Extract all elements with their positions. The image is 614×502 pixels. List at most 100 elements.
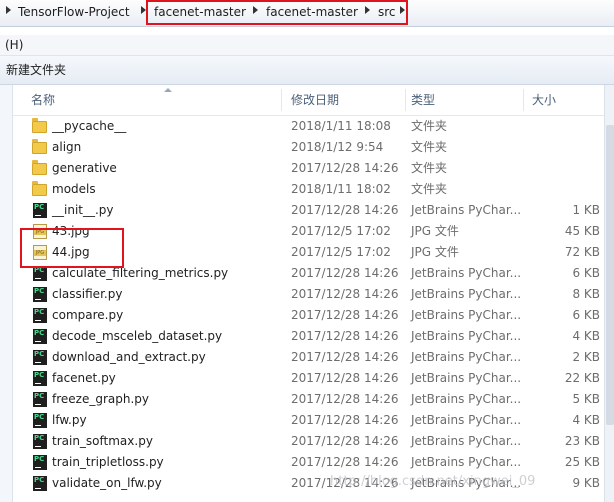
- jpg-files-highlight-box: [20, 228, 124, 268]
- vertical-scrollbar[interactable]: [604, 85, 614, 502]
- file-type: JPG 文件: [411, 245, 459, 259]
- file-date: 2017/12/28 14:26: [291, 266, 399, 280]
- folder-icon: [32, 118, 48, 134]
- file-type: JetBrains PyChar...: [411, 308, 522, 322]
- new-folder-button[interactable]: 新建文件夹: [6, 63, 66, 77]
- scrollbar-thumb[interactable]: [606, 125, 614, 425]
- file-name: __init__.py: [52, 203, 114, 217]
- file-name: __pycache__: [52, 119, 127, 133]
- file-type: 文件夹: [411, 119, 448, 133]
- column-divider[interactable]: [523, 89, 524, 111]
- file-size: 6 KB: [572, 266, 600, 280]
- file-type: JetBrains PyChar...: [411, 350, 522, 364]
- file-row[interactable]: PC facenet.py 2017/12/28 14:26 JetBrains Py…: [13, 368, 604, 389]
- file-date: 2017/12/28 14:26: [291, 350, 399, 364]
- file-date: 2017/12/28 14:26: [291, 329, 399, 343]
- pycharm-file-icon: PC: [32, 287, 48, 302]
- breadcrumb-arrow-icon[interactable]: [6, 6, 11, 14]
- file-size: 8 KB: [572, 287, 600, 301]
- file-row[interactable]: PC download_and_extract.py 2017/12/28 14:2…: [13, 347, 604, 368]
- column-name[interactable]: 名称: [31, 85, 55, 115]
- file-type: JetBrains PyChar...: [411, 266, 522, 280]
- file-row[interactable]: align 2018/1/12 9:54 文件夹: [13, 137, 604, 158]
- file-row[interactable]: PC compare.py 2017/12/28 14:26 JetBrains Py…: [13, 305, 604, 326]
- column-header: 名称 修改日期 类型 大小: [13, 85, 604, 116]
- file-name: generative: [52, 161, 117, 175]
- file-row[interactable]: PC train_tripletloss.py 2017/12/28 14:26 Je…: [13, 452, 604, 473]
- file-date: 2017/12/28 14:26: [291, 308, 399, 322]
- pycharm-file-icon: PC: [32, 329, 48, 344]
- file-date: 2017/12/28 14:26: [291, 434, 399, 448]
- file-size: 5 KB: [572, 392, 600, 406]
- breadcrumb-item-tensorflow-project[interactable]: TensorFlow-Project: [18, 4, 130, 20]
- file-size: 6 KB: [572, 308, 600, 322]
- column-divider[interactable]: [281, 89, 282, 111]
- file-row[interactable]: generative 2017/12/28 14:26 文件夹: [13, 158, 604, 179]
- file-size: 4 KB: [572, 329, 600, 343]
- column-type[interactable]: 类型: [411, 85, 435, 115]
- file-type: JetBrains PyChar...: [411, 413, 522, 427]
- file-row[interactable]: PC lfw.py 2017/12/28 14:26 JetBrains PyChar…: [13, 410, 604, 431]
- file-row[interactable]: PC classifier.py 2017/12/28 14:26 JetBrains…: [13, 284, 604, 305]
- file-name: align: [52, 140, 82, 154]
- pycharm-file-icon: PC: [32, 434, 48, 449]
- file-name: compare.py: [52, 308, 124, 322]
- file-row[interactable]: PC decode_msceleb_dataset.py 2017/12/28 14…: [13, 326, 604, 347]
- file-date: 2018/1/12 9:54: [291, 140, 384, 154]
- menu-bar: (H): [0, 35, 614, 56]
- file-name: download_and_extract.py: [52, 350, 206, 364]
- pycharm-file-icon: PC: [32, 392, 48, 407]
- column-size[interactable]: 大小: [532, 85, 556, 115]
- file-size: 4 KB: [572, 413, 600, 427]
- file-date: 2017/12/28 14:26: [291, 371, 399, 385]
- file-size: 2 KB: [572, 350, 600, 364]
- pycharm-file-icon: PC: [32, 308, 48, 323]
- pycharm-file-icon: PC: [32, 455, 48, 470]
- column-divider[interactable]: [405, 89, 406, 111]
- file-date: 2017/12/28 14:26: [291, 161, 399, 175]
- file-row[interactable]: PC __init__.py 2017/12/28 14:26 JetBrains P…: [13, 200, 604, 221]
- file-row[interactable]: PC freeze_graph.py 2017/12/28 14:26 JetBrai…: [13, 389, 604, 410]
- file-date: 2017/12/28 14:26: [291, 203, 399, 217]
- file-size: 25 KB: [564, 455, 600, 469]
- file-list: __pycache__ 2018/1/11 18:08 文件夹 align 2018/1…: [13, 116, 604, 494]
- file-type: JetBrains PyChar...: [411, 392, 522, 406]
- file-type: 文件夹: [411, 140, 448, 154]
- file-date: 2017/12/28 14:26: [291, 287, 399, 301]
- file-type: 文件夹: [411, 161, 448, 175]
- file-date: 2017/12/28 14:26: [291, 455, 399, 469]
- file-name: models: [52, 182, 96, 196]
- file-date: 2017/12/5 17:02: [291, 245, 391, 259]
- file-size: 9 KB: [572, 476, 600, 490]
- file-type: JetBrains PyChar...: [411, 287, 522, 301]
- pycharm-file-icon: PC: [32, 476, 48, 491]
- file-name: train_tripletloss.py: [52, 455, 164, 469]
- column-date[interactable]: 修改日期: [291, 85, 339, 115]
- file-type: JetBrains PyChar...: [411, 329, 522, 343]
- file-date: 2017/12/5 17:02: [291, 224, 391, 238]
- pycharm-file-icon: PC: [32, 203, 48, 218]
- file-size: 1 KB: [572, 203, 600, 217]
- file-size: 22 KB: [564, 371, 600, 385]
- file-name: classifier.py: [52, 287, 123, 301]
- watermark: http://blog.csdn.net/xingwei_09: [330, 474, 536, 489]
- file-name: calculate_filtering_metrics.py: [52, 266, 229, 280]
- file-row[interactable]: models 2018/1/11 18:02 文件夹: [13, 179, 604, 200]
- file-type: JetBrains PyChar...: [411, 203, 522, 217]
- folder-icon: [32, 181, 48, 197]
- file-date: 2017/12/28 14:26: [291, 413, 399, 427]
- file-row[interactable]: __pycache__ 2018/1/11 18:08 文件夹: [13, 116, 604, 137]
- file-row[interactable]: PC train_softmax.py 2017/12/28 14:26 JetBra…: [13, 431, 604, 452]
- navigation-pane[interactable]: [0, 85, 13, 502]
- file-date: 2018/1/11 18:08: [291, 119, 391, 133]
- file-size: 23 KB: [564, 434, 600, 448]
- file-name: decode_msceleb_dataset.py: [52, 329, 223, 343]
- toolbar: 新建文件夹: [0, 56, 614, 85]
- file-type: JetBrains PyChar...: [411, 371, 522, 385]
- menu-help[interactable]: (H): [5, 38, 23, 52]
- file-size: 72 KB: [564, 245, 600, 259]
- pycharm-file-icon: PC: [32, 350, 48, 365]
- file-type: JPG 文件: [411, 224, 459, 238]
- folder-icon: [32, 160, 48, 176]
- file-name: validate_on_lfw.py: [52, 476, 162, 490]
